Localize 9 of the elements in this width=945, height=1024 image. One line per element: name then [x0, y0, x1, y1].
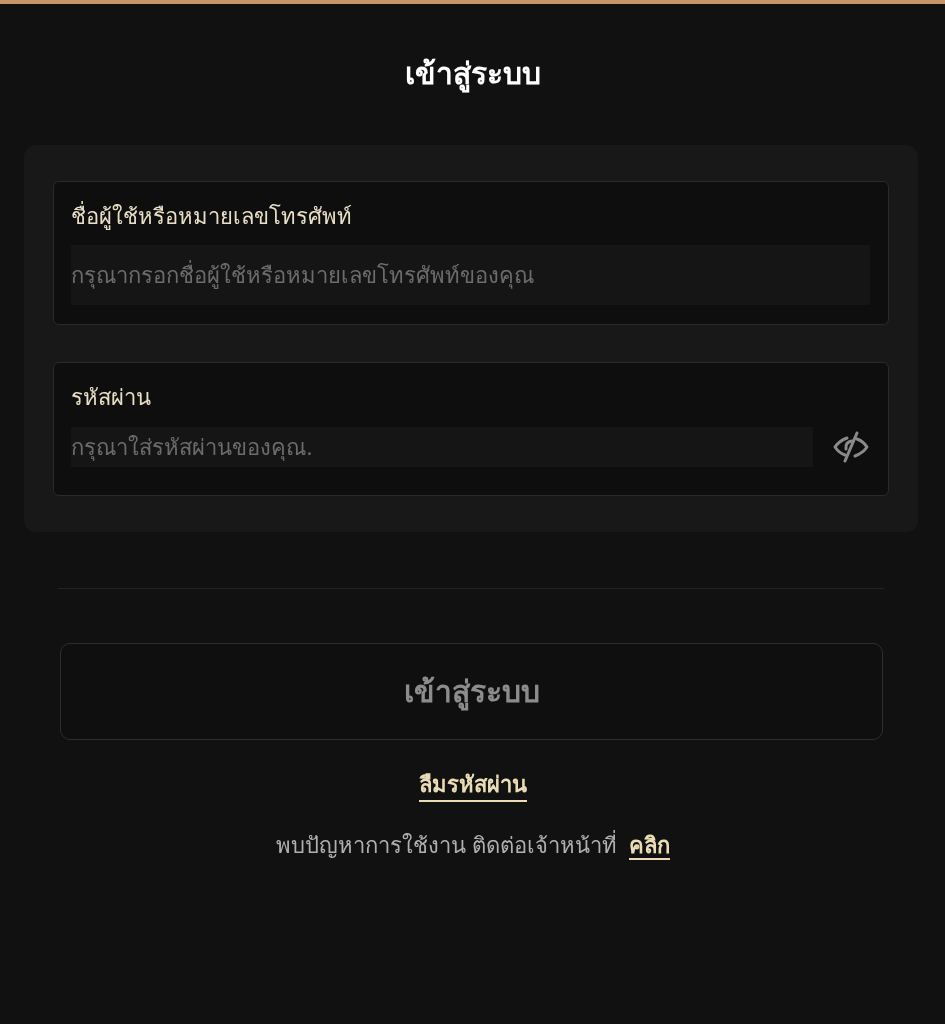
- field-label: ชื่อผู้ใช้หรือหมายเลขโทรศัพท์: [71, 202, 870, 232]
- password-input-field[interactable]: กรุณาใส่รหัสผ่านของคุณ.: [71, 427, 813, 467]
- input-field[interactable]: กรุณากรอกชื่อผู้ใช้หรือหมายเลขโทรศัพท์ของคุณ: [71, 245, 870, 305]
- page-title: เข้าสู่ระบบ: [404, 55, 541, 95]
- field-label: รหัสผ่าน: [71, 384, 152, 412]
- forgot-password-link[interactable]: ลืมรหัสผ่าน: [418, 770, 527, 802]
- contact-link[interactable]: คลิก: [628, 833, 670, 860]
- help-text: พบปัญหาการใช้งาน ติดต่อเจ้าหน้าที่ คลิก: [275, 830, 670, 862]
- eye-slash-icon[interactable]: [833, 431, 869, 463]
